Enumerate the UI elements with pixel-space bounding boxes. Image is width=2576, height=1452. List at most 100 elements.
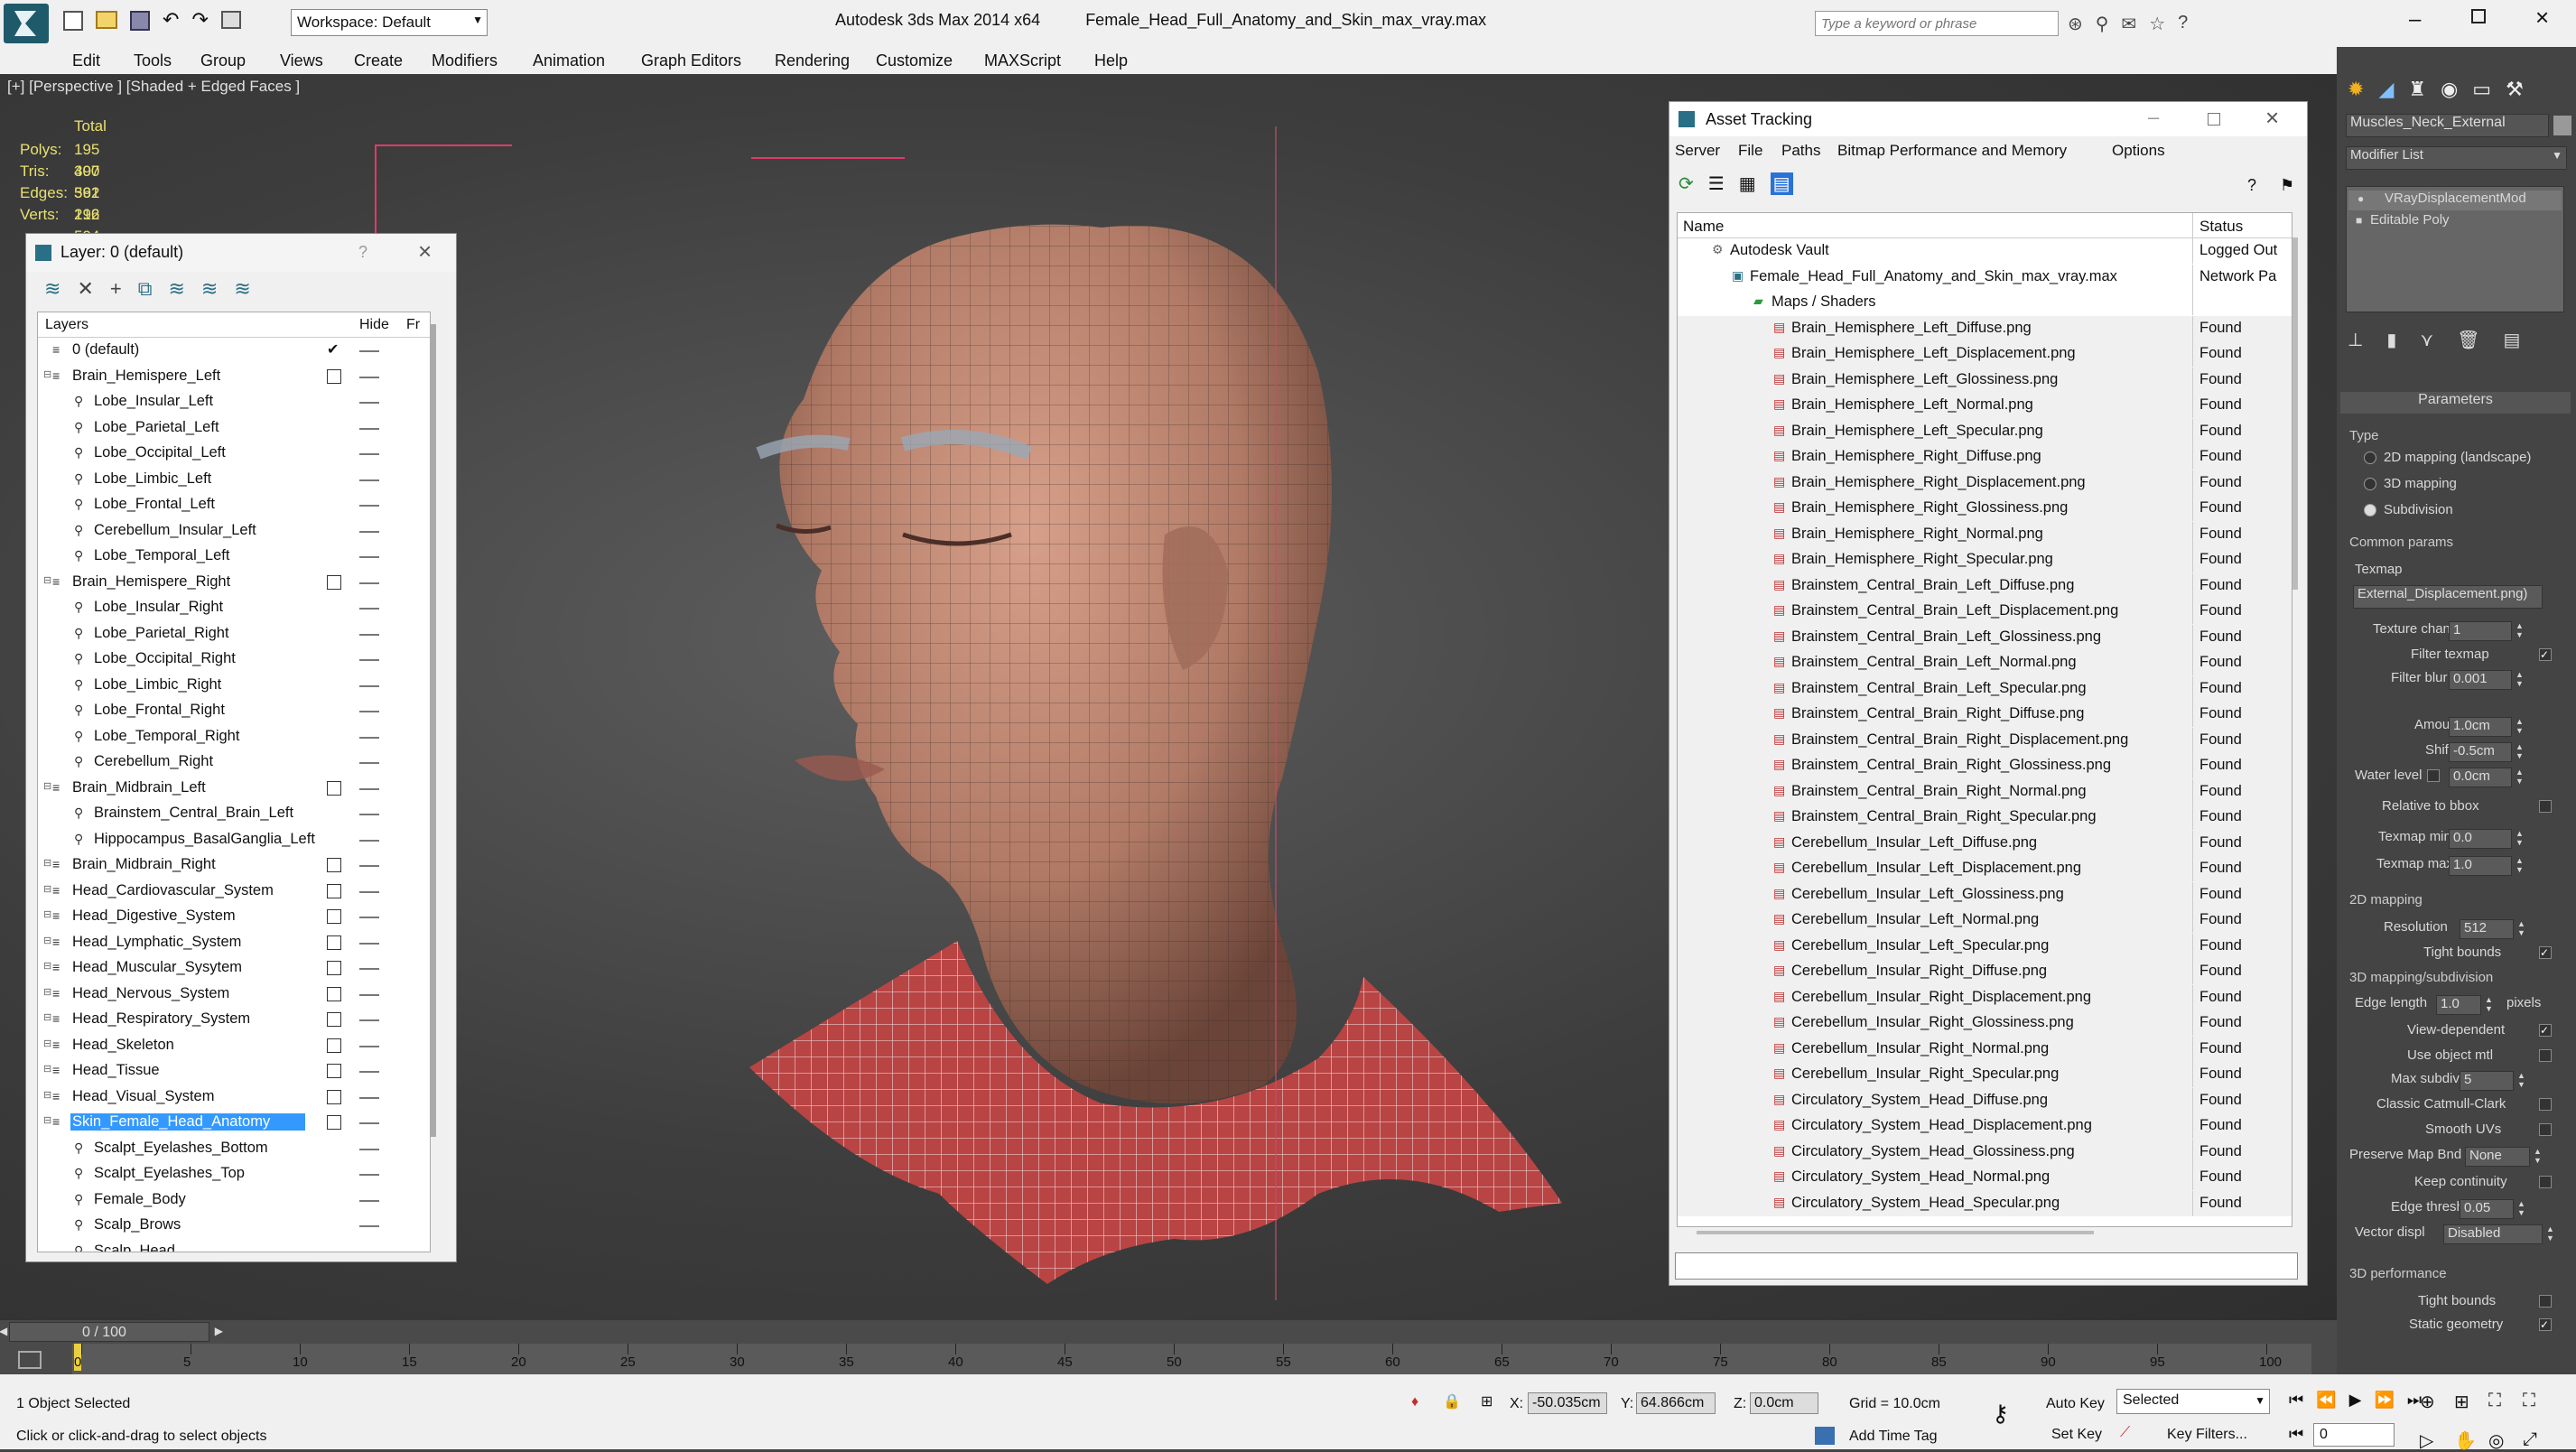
lightbulb-icon[interactable]: ● xyxy=(2357,192,2364,205)
hide-toggle[interactable] xyxy=(359,890,379,893)
expand-toggle-icon[interactable]: ⊟ xyxy=(43,1038,51,1049)
show-end-result-icon[interactable]: ▮ xyxy=(2386,329,2396,351)
hide-toggle[interactable] xyxy=(359,1045,379,1047)
motion-tab-icon[interactable]: ◉ xyxy=(2441,78,2458,101)
use-object-mtl-checkbox[interactable] xyxy=(2539,1049,2552,1062)
spinner-arrows-icon[interactable]: ▲ ▼ xyxy=(2516,829,2524,847)
help-icon[interactable]: ? xyxy=(2178,13,2188,35)
layer-row[interactable]: ⚲ Scalpt_Eyelashes_Bottom xyxy=(38,1136,430,1162)
object-color-swatch[interactable] xyxy=(2553,116,2571,135)
add-time-tag-icon[interactable] xyxy=(1815,1427,1835,1445)
expand-toggle-icon[interactable]: ⊟ xyxy=(43,960,51,972)
expand-toggle-icon[interactable]: ⊟ xyxy=(43,1114,51,1126)
menu-rendering[interactable]: Rendering xyxy=(775,51,850,70)
key-mode-icon[interactable]: ⟋ xyxy=(2120,1425,2130,1441)
asset-minimize-button[interactable]: – xyxy=(2148,106,2159,129)
asset-close-button[interactable]: × xyxy=(2265,104,2279,132)
thumbnail-view-icon[interactable]: ▦ xyxy=(1739,172,1756,195)
hide-toggle[interactable] xyxy=(359,1071,379,1073)
hierarchy-tab-icon[interactable]: ♜ xyxy=(2408,78,2426,101)
asset-row[interactable]: ▤ Circulatory_System_Head_Glossiness.png F… xyxy=(1678,1139,2292,1165)
favorites-star-icon[interactable]: ☆ xyxy=(2149,13,2165,35)
key-filters-button[interactable]: Key Filters... xyxy=(2167,1427,2247,1443)
asset-menu-bitmap-performance-and-memory[interactable]: Bitmap Performance and Memory xyxy=(1837,142,2067,160)
static-geometry-checkbox[interactable]: ✓ xyxy=(2539,1318,2552,1331)
hide-all-icon[interactable]: ≋ xyxy=(201,277,218,304)
filter-blur-field[interactable]: 0.001 xyxy=(2449,670,2512,690)
hide-toggle[interactable] xyxy=(359,865,379,867)
delete-layer-icon[interactable]: ✕ xyxy=(77,277,93,304)
asset-row[interactable]: ▤ Brainstem_Central_Brain_Right_Glossines… xyxy=(1678,753,2292,779)
layer-row[interactable]: ⊟ ≡ Brain_Midbrain_Left xyxy=(38,776,430,802)
search-input[interactable] xyxy=(1816,12,2058,35)
tight-bounds-checkbox[interactable]: ✓ xyxy=(2539,946,2552,959)
configure-sets-icon[interactable]: ▤ xyxy=(2503,329,2520,351)
hide-toggle[interactable] xyxy=(359,633,379,636)
hide-toggle[interactable] xyxy=(359,814,379,815)
layer-visibility-checkbox[interactable] xyxy=(327,1089,341,1104)
asset-hscrollbar[interactable] xyxy=(1697,1231,2094,1234)
head-model[interactable] xyxy=(632,146,1716,1320)
asset-menu-options[interactable]: Options xyxy=(2112,142,2165,160)
expand-toggle-icon[interactable]: ⊟ xyxy=(43,780,51,792)
layer-row[interactable]: ⚲ Lobe_Temporal_Left xyxy=(38,544,430,570)
hide-toggle[interactable] xyxy=(359,608,379,610)
zoom-icon[interactable]: ⊕ xyxy=(2420,1391,2454,1413)
layer-scrollbar[interactable] xyxy=(431,324,436,1137)
create-tab-icon[interactable]: ✹ xyxy=(2348,78,2364,101)
isolate-icon[interactable]: ♦ xyxy=(1411,1394,1418,1410)
layer-row[interactable]: ⚲ Lobe_Insular_Right xyxy=(38,595,430,621)
edge-length-field[interactable]: 1.0 xyxy=(2436,995,2481,1015)
expand-toggle-icon[interactable]: ⊟ xyxy=(43,574,51,586)
asset-row[interactable]: ▤ Circulatory_System_Head_Specular.png Fou… xyxy=(1678,1190,2292,1216)
project-folder-icon[interactable] xyxy=(220,11,241,29)
maximize-button[interactable] xyxy=(2471,9,2486,23)
modify-tab-icon[interactable]: ◢ xyxy=(2378,78,2394,101)
layer-row[interactable]: ⚲ Brainstem_Central_Brain_Left xyxy=(38,801,430,827)
hide-toggle[interactable] xyxy=(359,479,379,481)
layer-visibility-checkbox[interactable] xyxy=(327,1038,341,1053)
expand-toggle-icon[interactable]: ⊟ xyxy=(43,935,51,946)
layer-row[interactable]: ⊟ ≡ Head_Lymphatic_System xyxy=(38,930,430,956)
asset-row[interactable]: ▤ Cerebellum_Insular_Right_Normal.png Foun… xyxy=(1678,1036,2292,1062)
amount-field[interactable]: 1.0cm xyxy=(2449,717,2512,737)
highlight-layer-icon[interactable]: ≋ xyxy=(168,277,184,304)
display-tab-icon[interactable]: ▭ xyxy=(2472,78,2491,101)
hide-toggle[interactable] xyxy=(359,1174,379,1176)
y-coordinate-field[interactable]: 64.866cm xyxy=(1636,1392,1716,1414)
asset-row[interactable]: ▤ Brainstem_Central_Brain_Right_Specular.… xyxy=(1678,805,2292,831)
layer-row[interactable]: ⚲ Female_Body xyxy=(38,1187,430,1214)
menu-maxscript[interactable]: MAXScript xyxy=(984,51,1061,70)
asset-row[interactable]: ▤ Brain_Hemisphere_Left_Glossiness.png Fou… xyxy=(1678,367,2292,393)
hide-toggle[interactable] xyxy=(359,684,379,687)
layer-row[interactable]: ⚲ Lobe_Temporal_Right xyxy=(38,724,430,750)
hide-toggle[interactable] xyxy=(359,1122,379,1124)
stack-item-editable-poly[interactable]: ■ Editable Poly xyxy=(2348,212,2562,232)
spinner-arrows-icon[interactable]: ▲ ▼ xyxy=(2485,995,2493,1013)
prev-frame-arrow[interactable]: ◀ xyxy=(0,1325,7,1337)
asset-row[interactable]: ▤ Brain_Hemisphere_Right_Diffuse.png Found xyxy=(1678,444,2292,470)
water-level-field[interactable]: 0.0cm xyxy=(2449,768,2512,787)
set-key-icon[interactable]: ⚷ xyxy=(1992,1400,2009,1428)
col-layers[interactable]: Layers xyxy=(45,317,88,333)
app-logo[interactable] xyxy=(4,4,49,43)
asset-maximize-button[interactable] xyxy=(2208,113,2220,126)
asset-row[interactable]: ▤ Brain_Hemisphere_Left_Normal.png Found xyxy=(1678,393,2292,419)
asset-row[interactable]: ▤ Brainstem_Central_Brain_Left_Displaceme… xyxy=(1678,599,2292,625)
asset-row[interactable]: ▰ Maps / Shaders xyxy=(1678,290,2292,316)
hide-toggle[interactable] xyxy=(359,968,379,970)
hide-toggle[interactable] xyxy=(359,350,379,352)
expand-toggle-icon[interactable]: ⊟ xyxy=(43,368,51,380)
layer-row[interactable]: ⚲ Lobe_Frontal_Left xyxy=(38,492,430,518)
hide-toggle[interactable] xyxy=(359,453,379,455)
layer-close-button[interactable]: × xyxy=(418,237,432,265)
communication-icon[interactable]: ✉ xyxy=(2121,13,2136,35)
asset-menu-server[interactable]: Server xyxy=(1675,142,1720,160)
menu-animation[interactable]: Animation xyxy=(533,51,605,70)
lock-selection-icon[interactable]: 🔒 xyxy=(1443,1392,1461,1410)
hide-toggle[interactable] xyxy=(359,917,379,918)
search-box[interactable] xyxy=(1815,11,2059,36)
layer-visibility-checkbox[interactable] xyxy=(327,935,341,950)
menu-modifiers[interactable]: Modifiers xyxy=(432,51,498,70)
hide-toggle[interactable] xyxy=(359,1251,379,1252)
